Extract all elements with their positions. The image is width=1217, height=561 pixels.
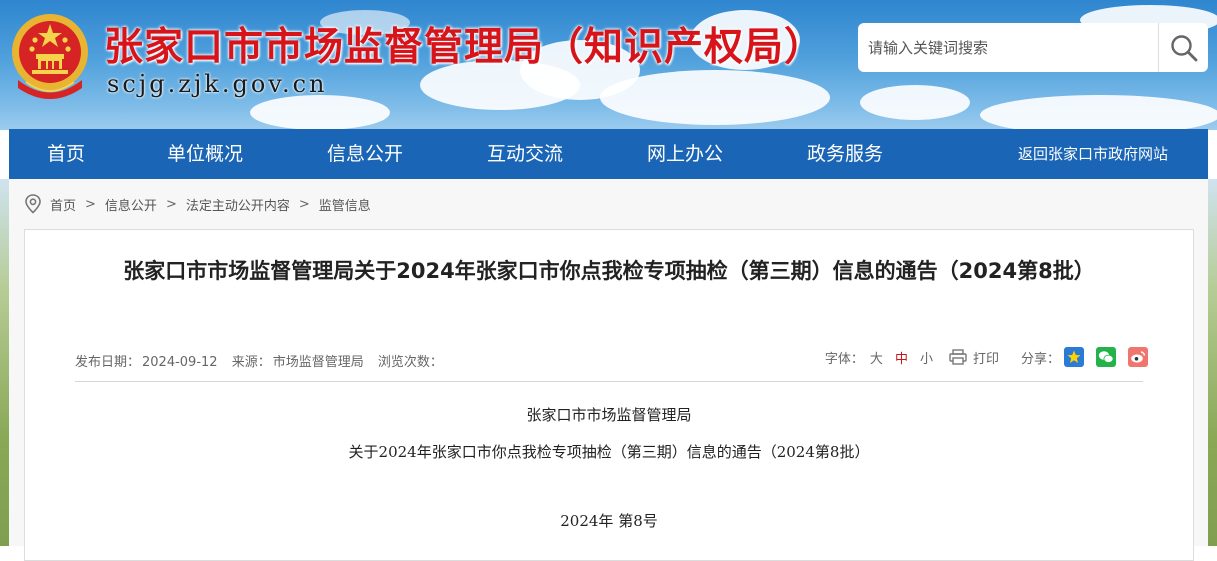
article-meta: 发布日期： 2024-09-12 来源： 市场监督管理局 浏览次数：: [75, 351, 445, 370]
article-issuer: 张家口市市场监督管理局: [526, 406, 692, 424]
main-nav: 首页 单位概况 信息公开 互动交流 网上办公 政务服务 返回张家口市政府网站: [9, 129, 1208, 179]
background-grass: [0, 179, 9, 546]
share-label: 分享：: [1020, 351, 1060, 367]
search-icon: [1171, 34, 1198, 61]
weibo-glyph: [1131, 351, 1146, 363]
nav-item-interaction[interactable]: 互动交流: [487, 129, 563, 179]
share-wechat-icon[interactable]: [1096, 347, 1116, 367]
nav-item-gov-services[interactable]: 政务服务: [807, 129, 883, 179]
nav-item-info-disclosure[interactable]: 信息公开: [327, 129, 403, 179]
article-subtitle: 关于2024年张家口市你点我检专项抽检（第三期）信息的通告（2024第8批）: [348, 443, 870, 461]
article-tools: 字体： 大 中 小 打印 分享：: [825, 347, 1148, 367]
print-label: 打印: [972, 351, 999, 367]
star-glyph: [1067, 350, 1081, 363]
breadcrumb-item-statutory-content[interactable]: 法定主动公开内容: [186, 195, 290, 214]
search-input[interactable]: [858, 23, 1153, 72]
source-value: 市场监督管理局: [272, 355, 364, 370]
publish-date: 2024-09-12: [142, 355, 218, 370]
font-size-label: 字体：: [824, 351, 864, 367]
nav-item-home[interactable]: 首页: [47, 129, 85, 179]
nav-item-online-office[interactable]: 网上办公: [647, 129, 723, 179]
font-size-medium[interactable]: 中: [895, 348, 908, 367]
search-button[interactable]: [1158, 23, 1208, 72]
share-weibo-icon[interactable]: [1128, 347, 1148, 367]
site-title: 张家口市市场监督管理局（知识产权局）: [104, 24, 825, 70]
share-qzone-icon[interactable]: [1064, 347, 1084, 367]
cloud-decoration: [860, 85, 970, 120]
breadcrumb: 首页 > 信息公开 > 法定主动公开内容 > 监管信息: [24, 193, 371, 215]
breadcrumb-item-info-disclosure[interactable]: 信息公开: [105, 195, 157, 214]
breadcrumb-item-regulatory-info[interactable]: 监管信息: [319, 195, 371, 214]
font-size-large[interactable]: 大: [870, 348, 883, 367]
breadcrumb-separator: >: [298, 196, 310, 212]
background-grass: [1208, 179, 1217, 546]
print-button[interactable]: 打印: [949, 348, 999, 367]
location-pin-icon: [25, 194, 41, 214]
breadcrumb-item-home[interactable]: 首页: [50, 195, 76, 214]
cloud-decoration: [980, 95, 1217, 130]
breadcrumb-separator: >: [85, 196, 96, 212]
publish-date-label: 发布日期：: [75, 355, 141, 370]
national-emblem-icon: [12, 14, 88, 99]
site-url: scjg.zjk.gov.cn: [107, 70, 328, 98]
site-header: 张家口市市场监督管理局（知识产权局） scjg.zjk.gov.cn: [0, 0, 1217, 130]
article-panel: 张家口市市场监督管理局关于2024年张家口市你点我检专项抽检（第三期）信息的通告…: [24, 229, 1194, 561]
search-box: [858, 23, 1208, 72]
printer-icon: [949, 349, 967, 365]
article-doc-number: 2024年 第8号: [560, 512, 658, 530]
wechat-glyph: [1098, 351, 1114, 363]
meta-divider: [75, 381, 1143, 382]
view-count-label: 浏览次数：: [377, 355, 443, 370]
source-label: 来源：: [231, 355, 271, 370]
article-title: 张家口市市场监督管理局关于2024年张家口市你点我检专项抽检（第三期）信息的通告…: [123, 259, 1095, 283]
cloud-decoration: [600, 70, 830, 125]
font-size-small[interactable]: 小: [920, 348, 933, 367]
nav-item-about[interactable]: 单位概况: [167, 129, 243, 179]
breadcrumb-separator: >: [165, 196, 177, 212]
return-gov-site-link[interactable]: 返回张家口市政府网站: [1018, 129, 1168, 179]
cloud-decoration: [250, 95, 390, 130]
